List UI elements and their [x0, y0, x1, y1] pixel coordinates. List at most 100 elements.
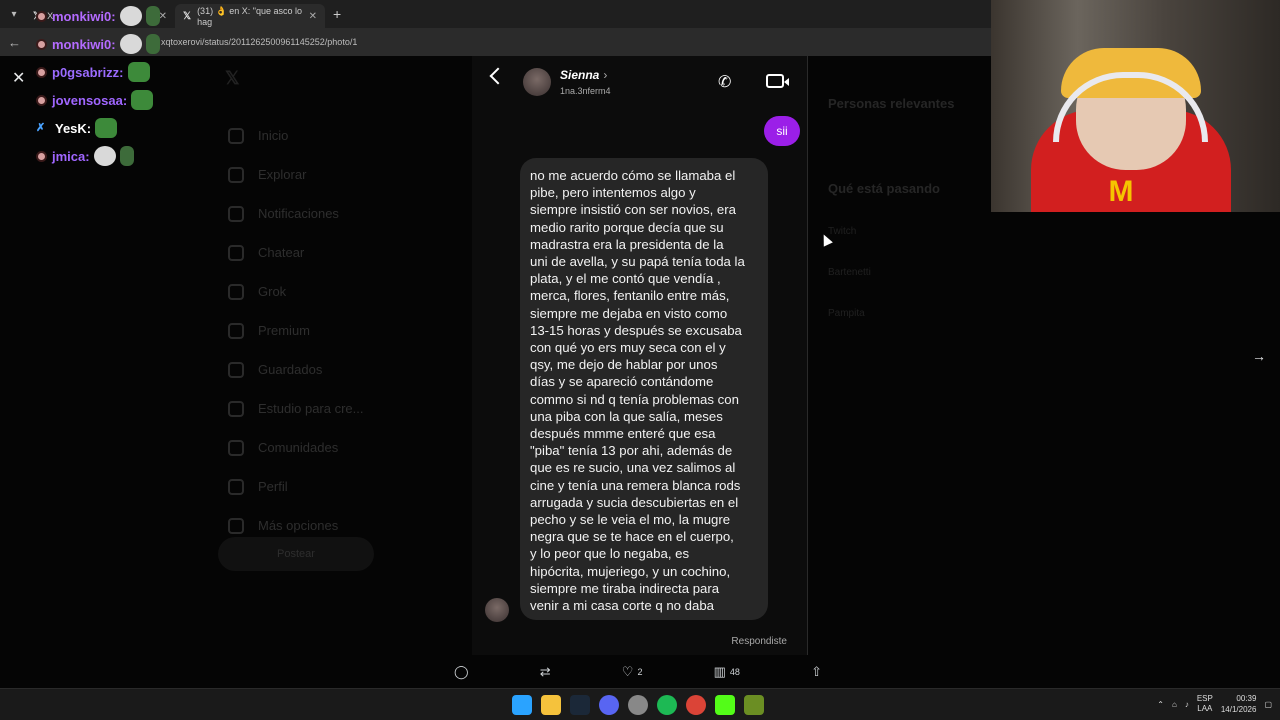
emote-icon [119, 146, 134, 166]
emote-icon [145, 34, 160, 54]
avatar [523, 68, 551, 96]
close-icon[interactable]: ✕ [12, 68, 25, 88]
webcam-overlay: M [991, 0, 1280, 212]
back-arrow-icon[interactable]: ← [8, 35, 21, 50]
language-indicator[interactable]: ESP LAA [1197, 694, 1213, 714]
user-badge-icon [36, 66, 47, 78]
mcdonalds-logo-icon: M [1108, 175, 1134, 208]
network-icon[interactable]: ⌂ [1172, 700, 1177, 709]
more-icon [228, 517, 244, 534]
like-button[interactable]: ♡ 2 [622, 664, 643, 680]
home-icon [228, 127, 244, 144]
file-explorer-icon[interactable] [541, 695, 561, 715]
like-count: 2 [637, 667, 643, 677]
views-button[interactable]: ▥ 48 [714, 664, 740, 680]
view-count: 48 [729, 667, 740, 677]
x-logo-icon: 𝕏 [225, 68, 240, 88]
sent-message-bubble: sii [764, 116, 800, 146]
user-badge-icon [36, 10, 47, 22]
bookmark-icon [228, 361, 244, 378]
repost-icon: ⇄ [539, 664, 551, 679]
spotify-icon[interactable] [657, 695, 677, 715]
chat-icon [228, 244, 244, 261]
stream-chat-overlay: monkiwi0: monkiwi0: p0gsabrizz: jovensos… [36, 2, 216, 170]
trend-item[interactable]: Twitch [828, 226, 998, 237]
nav-item-explore[interactable]: Explorar [218, 155, 388, 194]
nav-item-notifications[interactable]: Notificaciones [218, 194, 388, 233]
share-icon: ⇧ [811, 664, 822, 679]
right-column: Personas relevantes Qué está pasando Twi… [828, 96, 998, 349]
share-button[interactable]: ⇧ [811, 664, 822, 680]
search-icon [228, 166, 244, 183]
taskbar-apps [512, 695, 764, 715]
chat-message: jovensosaa: [36, 86, 216, 114]
replied-label: Respondiste [731, 636, 787, 647]
obs-icon[interactable] [628, 695, 648, 715]
clock[interactable]: 00:39 14/1/2026 [1221, 693, 1257, 715]
reply-button[interactable]: ◯ [454, 664, 469, 680]
avatar [485, 598, 509, 622]
screen: ▾ 𝕏 X ✕ 𝕏 (31) 👌 en X: "que asco lo hag … [0, 0, 1280, 720]
nav-item-grok[interactable]: Grok [218, 272, 388, 311]
kick-icon[interactable] [715, 695, 735, 715]
sword-badge-icon: ✗ [36, 122, 46, 134]
nav-item-premium[interactable]: Premium [218, 311, 388, 350]
comment-icon: ◯ [454, 664, 469, 679]
next-arrow-icon[interactable]: → [1252, 348, 1266, 364]
trend-item[interactable]: Bartenetti [828, 267, 998, 278]
post-actions-bar: ◯ ⇄ ♡ 2 ▥ 48 ⇧ [448, 656, 828, 688]
nav-item-bookmarks[interactable]: Guardados [218, 350, 388, 389]
dm-screenshot: Sienna › 1na.3nferm4 ✆ sii no me acuerdo … [472, 56, 808, 655]
repost-button[interactable]: ⇄ [540, 664, 551, 680]
notification-icon[interactable]: ▢ [1264, 700, 1272, 709]
video-call-icon [766, 74, 784, 88]
nav-item-home[interactable]: Inicio [218, 116, 388, 155]
user-badge-icon [36, 150, 47, 162]
emote-icon [119, 34, 142, 54]
chat-message: p0gsabrizz: [36, 58, 216, 86]
new-tab-button[interactable]: + [333, 6, 341, 22]
person-icon [228, 478, 244, 495]
user-badge-icon [36, 94, 47, 106]
whats-happening-title: Qué está pasando [828, 181, 940, 196]
windows-start-icon[interactable] [512, 695, 532, 715]
nav-item-chat[interactable]: Chatear [218, 233, 388, 272]
chrome-icon[interactable] [686, 695, 706, 715]
trend-item[interactable]: Pampita [828, 308, 998, 319]
chevron-up-icon[interactable]: ⌃ [1157, 700, 1164, 709]
nav-item-creator-studio[interactable]: Estudio para cre... [218, 389, 388, 428]
volume-icon[interactable]: ♪ [1185, 700, 1189, 709]
contact-name: Sienna › [560, 68, 608, 82]
user-badge-icon [36, 38, 47, 50]
phone-icon: ✆ [718, 74, 732, 91]
app-icon[interactable] [744, 695, 764, 715]
chat-message: monkiwi0: [36, 30, 216, 58]
received-message-bubble: no me acuerdo cómo se llamaba el pibe, p… [520, 158, 768, 620]
discord-icon[interactable] [599, 695, 619, 715]
lightning-icon [228, 400, 244, 417]
chat-message: ✗ YesK: [36, 114, 216, 142]
system-tray: ⌃ ⌂ ♪ ESP LAA 00:39 14/1/2026 ▢ [1157, 693, 1272, 715]
people-icon [228, 439, 244, 456]
tab-search-button[interactable]: ▾ [3, 3, 25, 25]
emote-icon [95, 118, 118, 138]
emote-icon [127, 62, 150, 82]
emote-icon [119, 6, 142, 26]
emote-icon [131, 90, 154, 110]
grok-icon [228, 283, 244, 300]
heart-icon: ♡ [621, 664, 634, 679]
x-icon [228, 322, 244, 339]
dm-header: Sienna › 1na.3nferm4 ✆ [472, 56, 807, 112]
nav-item-profile[interactable]: Perfil [218, 467, 388, 506]
nav-item-communities[interactable]: Comunidades [218, 428, 388, 467]
chevron-right-icon: › [603, 68, 608, 82]
steam-icon[interactable] [570, 695, 590, 715]
relevant-people-title: Personas relevantes [828, 96, 955, 111]
left-navigation: Inicio Explorar Notificaciones Chatear G… [218, 116, 388, 545]
bell-icon [228, 205, 244, 222]
tab-close-icon[interactable]: ✕ [309, 11, 317, 22]
emote-icon [145, 6, 160, 26]
chat-message: monkiwi0: [36, 2, 216, 30]
post-button[interactable]: Postear [218, 537, 374, 571]
back-chevron-icon [489, 67, 507, 85]
